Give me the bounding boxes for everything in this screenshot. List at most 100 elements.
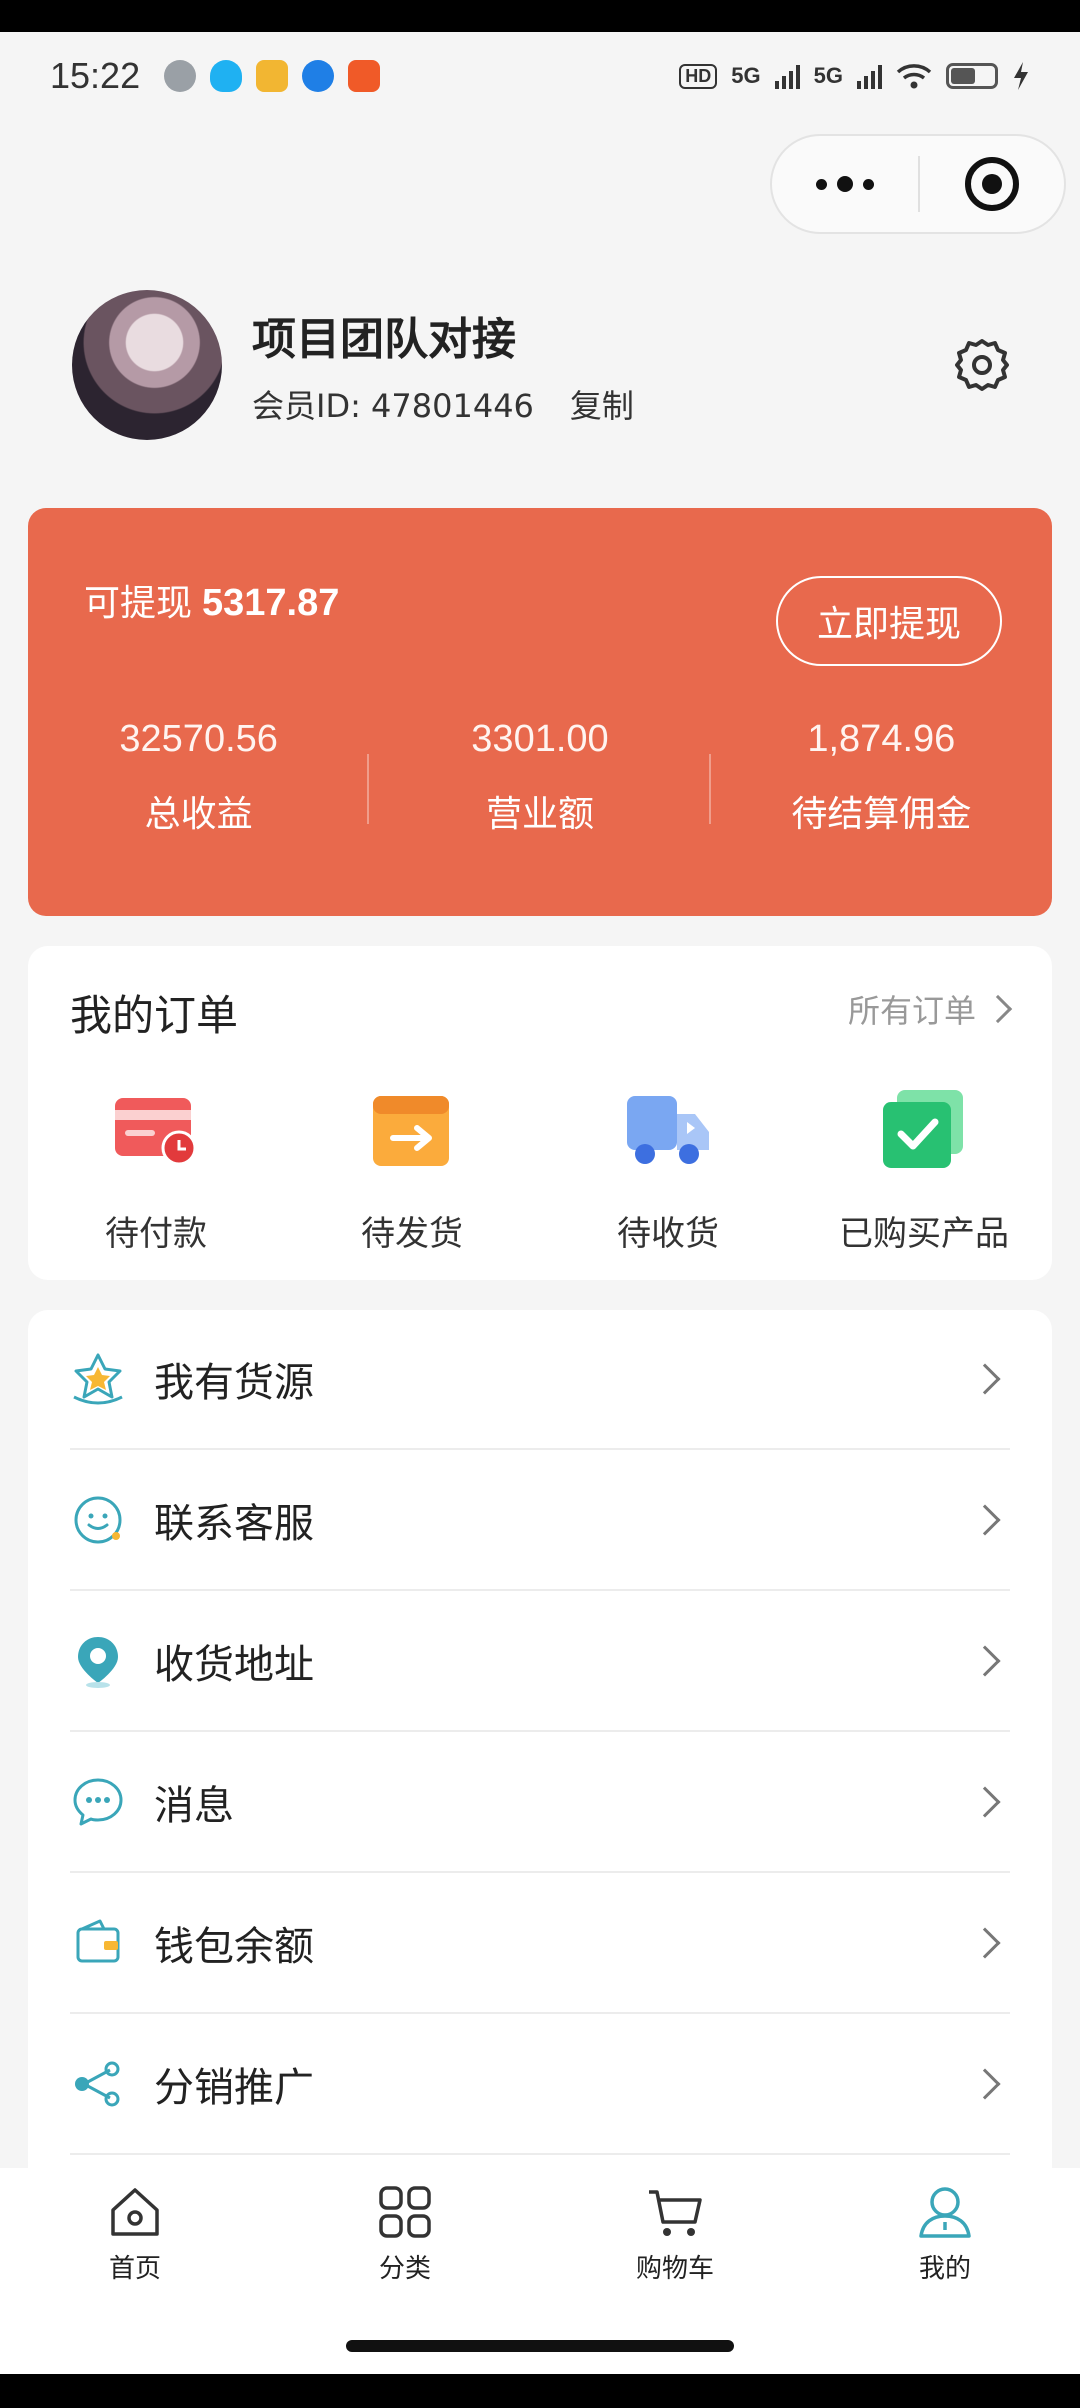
earnings-card: 可提现 5317.87 立即提现 32570.56 总收益 3301.00 营业额… — [28, 508, 1052, 916]
tab-label: 分类 — [378, 2254, 431, 2284]
network-label-2: 5G — [813, 63, 843, 88]
orders-title: 我的订单 — [70, 991, 239, 1040]
chevron-right-icon — [969, 1927, 1001, 1959]
close-miniprogram-button[interactable] — [920, 157, 1064, 211]
tab-label: 首页 — [108, 2254, 161, 2284]
menu-item-messages[interactable]: 消息 — [70, 1733, 1010, 1873]
menu-label: 我有货源 — [154, 1360, 314, 1406]
chat-bubble-icon — [73, 1778, 123, 1826]
wallet-icon — [76, 1919, 120, 1963]
copy-button[interactable]: 复制 — [570, 381, 634, 427]
chevron-right-icon — [969, 1786, 1001, 1818]
user-icon — [919, 2187, 971, 2238]
withdrawable-amount: 5317.87 — [202, 582, 340, 624]
status-indicators: HD 5G 5G — [679, 61, 1030, 91]
avatar[interactable] — [72, 290, 222, 440]
order-label: 待发货 — [361, 1214, 463, 1254]
charging-icon — [1014, 62, 1028, 90]
stat-value: 32570.56 — [119, 718, 278, 760]
check-square-icon — [883, 1090, 963, 1168]
miniprogram-capsule — [770, 134, 1066, 234]
menu-item-address[interactable]: 收货地址 — [70, 1592, 1010, 1732]
member-id: 会员ID: 47801446 — [252, 387, 534, 425]
dot-icon — [863, 178, 874, 190]
order-status-row: 待付款 待发货 待收货 已购买产品 — [28, 1088, 1052, 1255]
wifi-icon — [896, 64, 932, 89]
target-icon — [965, 157, 1019, 211]
withdrawable-label: 可提现 — [84, 583, 193, 624]
wechat-icon — [164, 60, 197, 92]
profile-name: 项目团队对接 — [252, 314, 516, 365]
share-icon — [75, 2061, 120, 2107]
chevron-right-icon — [969, 2068, 1001, 2100]
dot-icon — [816, 178, 827, 190]
all-orders-link[interactable]: 所有订单 — [847, 986, 1013, 1032]
member-id-row: 会员ID: 47801446 复制 — [252, 381, 634, 427]
wallet-card-icon — [115, 1098, 197, 1166]
profile-info: 项目团队对接 会员ID: 47801446 复制 — [252, 303, 634, 427]
menu-label: 联系客服 — [154, 1501, 314, 1547]
order-label: 待收货 — [617, 1214, 719, 1254]
tab-label: 购物车 — [635, 2254, 714, 2284]
status-notification-icons — [164, 60, 381, 92]
more-options-button[interactable] — [772, 136, 918, 232]
shop-app-icon — [348, 60, 381, 92]
location-pin-icon — [78, 1637, 118, 1688]
tab-home[interactable]: 首页 — [0, 2168, 270, 2374]
signal-icon — [774, 63, 800, 89]
chevron-right-icon — [969, 1504, 1001, 1536]
stat-label: 待结算佣金 — [791, 794, 972, 835]
menu-item-wallet-balance[interactable]: 钱包余额 — [70, 1874, 1010, 2014]
delivery-truck-icon — [627, 1096, 709, 1164]
battery-icon — [946, 63, 998, 89]
bottom-black-strip — [0, 2374, 1080, 2408]
signal-icon-2 — [857, 63, 882, 89]
all-orders-label: 所有订单 — [847, 992, 976, 1030]
function-menu: 我有货源 联系客服 收货地址 消息 钱包余额 分销推广 — [28, 1310, 1052, 2170]
stat-pending-commission[interactable]: 1,874.96 待结算佣金 — [711, 718, 1052, 837]
order-pending-shipment[interactable]: 待发货 — [284, 1088, 540, 1255]
browser-icon — [302, 60, 335, 92]
order-purchased-products[interactable]: 已购买产品 — [796, 1088, 1052, 1255]
grid-icon — [379, 2186, 431, 2238]
stat-label: 营业额 — [485, 794, 594, 835]
gear-icon[interactable] — [952, 335, 1012, 395]
home-icon — [111, 2188, 159, 2236]
cart-icon — [649, 2190, 702, 2236]
menu-label: 钱包余额 — [154, 1924, 314, 1970]
order-pending-payment[interactable]: 待付款 — [28, 1088, 284, 1255]
stat-value: 3301.00 — [471, 718, 609, 760]
menu-item-customer-service[interactable]: 联系客服 — [70, 1451, 1010, 1591]
menu-label: 分销推广 — [154, 2065, 314, 2111]
order-label: 已购买产品 — [839, 1214, 1009, 1254]
profile-header: 项目团队对接 会员ID: 47801446 复制 — [72, 290, 1012, 440]
order-pending-receipt[interactable]: 待收货 — [540, 1088, 796, 1255]
earnings-stats: 32570.56 总收益 3301.00 营业额 1,874.96 待结算佣金 — [28, 718, 1052, 837]
stat-label: 总收益 — [144, 794, 253, 835]
menu-item-distribution[interactable]: 分销推广 — [70, 2015, 1010, 2155]
my-orders-card: 我的订单 所有订单 待付款 待发货 待收货 已购买产品 — [28, 946, 1052, 1280]
chevron-right-icon — [969, 1363, 1001, 1395]
qq-icon — [210, 60, 243, 92]
withdrawable-row: 可提现 5317.87 — [84, 574, 339, 626]
ship-box-icon — [373, 1096, 449, 1166]
dot-icon — [837, 176, 853, 192]
home-indicator[interactable] — [346, 2340, 734, 2352]
star-badge-icon — [73, 1353, 123, 1405]
tab-mine[interactable]: 我的 — [810, 2168, 1080, 2374]
menu-label: 消息 — [154, 1783, 234, 1829]
top-black-strip — [0, 0, 1080, 32]
menu-item-supply[interactable]: 我有货源 — [70, 1310, 1010, 1450]
chevron-right-icon — [969, 1645, 1001, 1677]
order-label: 待付款 — [105, 1214, 207, 1254]
status-bar: 15:22 HD 5G 5G — [0, 32, 1080, 120]
tab-label: 我的 — [918, 2254, 971, 2284]
stat-value: 1,874.96 — [807, 718, 956, 760]
menu-label: 收货地址 — [154, 1642, 314, 1688]
withdraw-button[interactable]: 立即提现 — [776, 576, 1002, 666]
stat-turnover[interactable]: 3301.00 营业额 — [369, 718, 711, 837]
stat-total-income[interactable]: 32570.56 总收益 — [28, 718, 370, 837]
folder-app-icon — [256, 60, 289, 92]
hd-icon: HD — [679, 63, 718, 89]
network-label-1: 5G — [731, 63, 761, 88]
